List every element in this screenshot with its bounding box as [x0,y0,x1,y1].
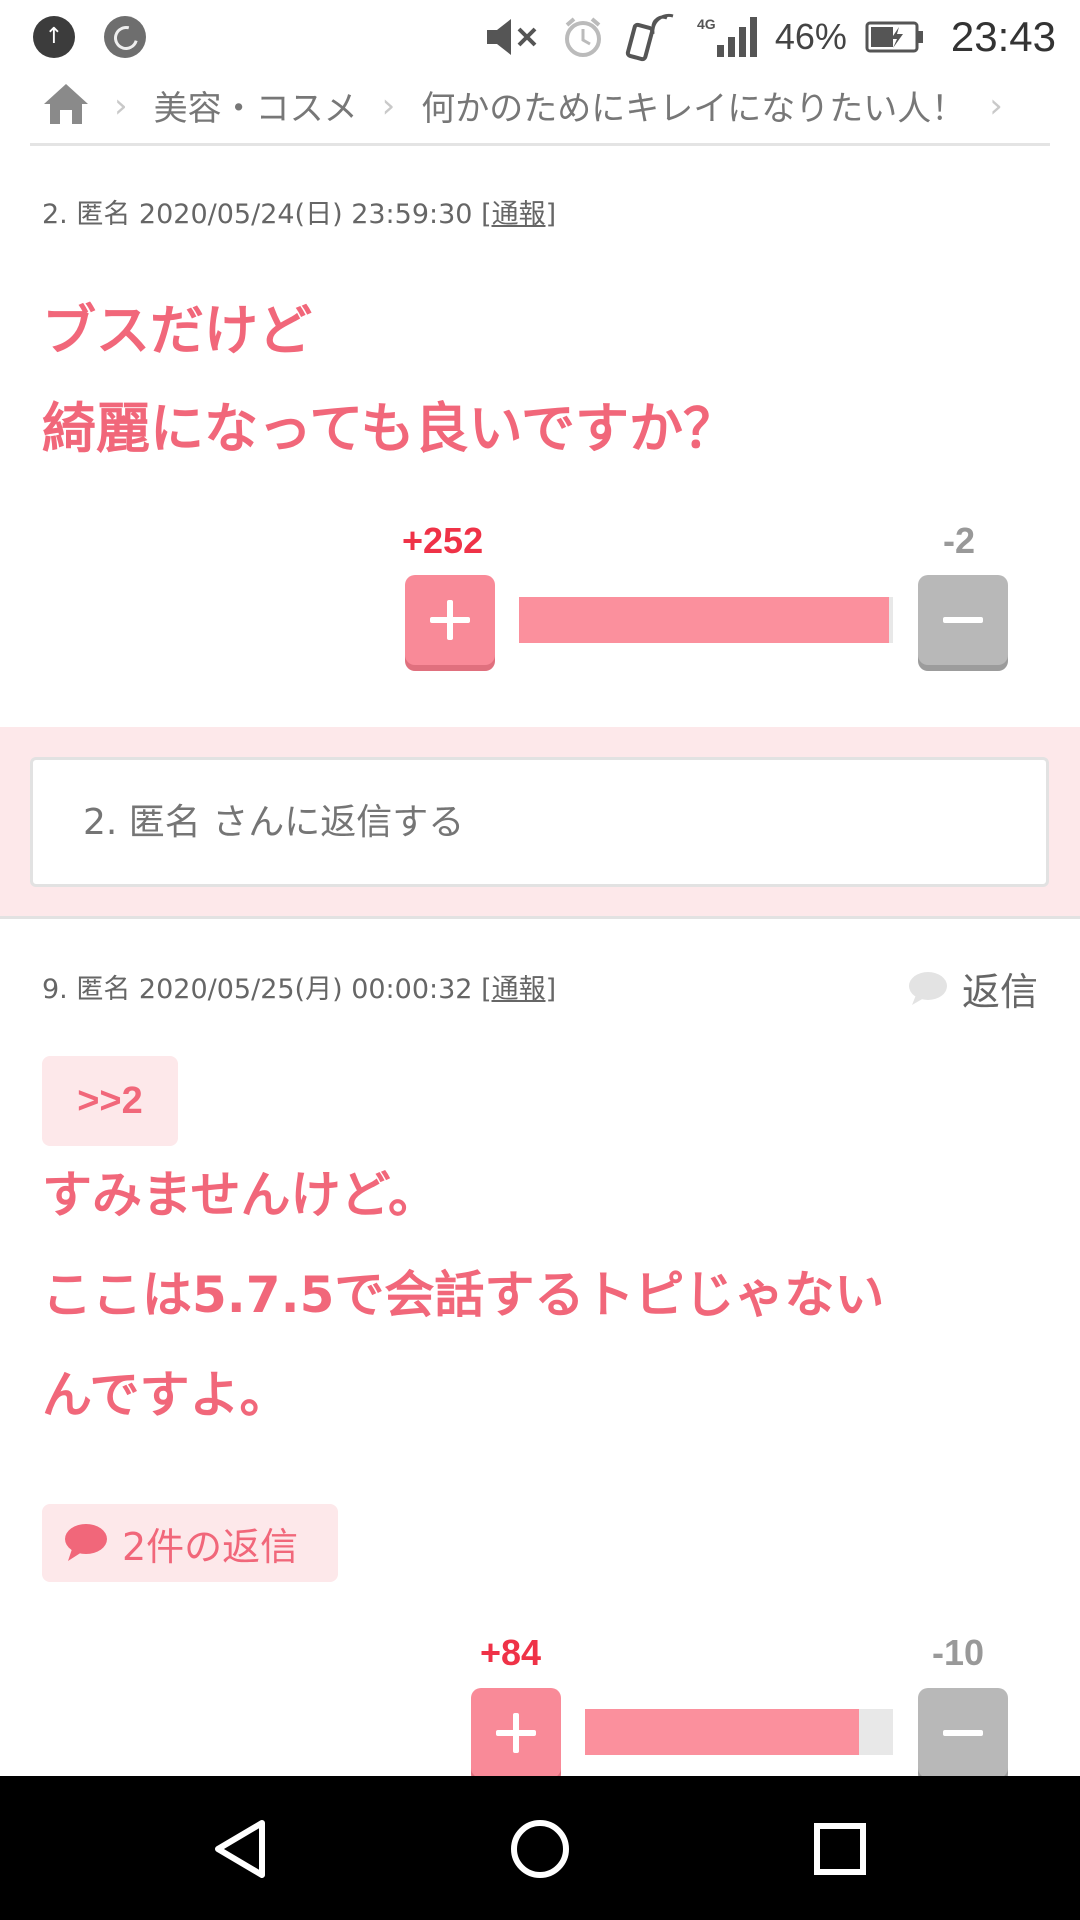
recents-icon[interactable] [805,1814,875,1884]
breadcrumb: › 美容・コスメ › 何かのためにキレイになりたい人！ › [30,68,1050,146]
plus-count: +252 [402,520,484,561]
minus-count: -2 [943,520,976,561]
replies-button[interactable]: 2件の返信 [42,1504,338,1582]
comment-body: すみませんけど。 ここは5.7.5で会話するトピじゃない んですよ。 [42,1166,885,1424]
comment-body: ブスだけど 綺麗になっても良いですか？ [42,299,737,460]
report-link[interactable]: [通報] [481,199,556,230]
reply-input[interactable] [30,757,1049,887]
vote-ratio-fill [519,597,890,643]
home-icon[interactable] [42,82,90,130]
back-icon[interactable] [205,1814,275,1884]
minus-button[interactable] [918,1688,1008,1778]
home-circle-icon[interactable] [505,1814,575,1884]
signal-icon: 4G [697,15,757,59]
reply-area [0,727,1080,919]
breadcrumb-topic[interactable]: 何かのためにキレイになりたい人！ [421,81,965,130]
status-bar: ↑ 4G 46% 23:43 [0,0,1080,72]
plus-button[interactable] [471,1688,561,1778]
comment-meta: 9. 匿名 2020/05/25(月) 00:00:32 [通報] [42,974,557,1005]
plus-button[interactable] [405,575,495,665]
report-link[interactable]: [通報] [481,974,556,1005]
breadcrumb-category[interactable]: 美容・コスメ [154,81,358,130]
battery-icon [865,19,925,55]
vote-ratio-fill [585,1709,860,1755]
navigation-bar [0,1776,1080,1920]
comment-meta: 2. 匿名 2020/05/24(日) 23:59:30 [通報] [42,199,557,230]
vote-ratio-bar [585,1709,893,1755]
speech-bubble-icon [908,971,947,1005]
wifi-calling-icon [623,12,679,62]
mute-icon [483,15,543,59]
clock: 23:43 [950,13,1056,60]
chevron-right-icon: › [989,85,1003,126]
upload-icon: ↑ [33,16,75,58]
chevron-right-icon: › [114,85,128,126]
alarm-icon [561,15,605,59]
svg-text:4G: 4G [697,16,716,32]
reply-button[interactable]: 返信 [908,961,1038,1016]
vote-ratio-bar [519,597,893,643]
plus-count: +84 [480,1632,542,1673]
anchor-link[interactable]: >>2 [42,1056,178,1146]
app-icon [104,16,146,58]
minus-count: -10 [932,1632,985,1673]
speech-bubble-icon [65,1524,107,1561]
battery-percent: 46% [774,16,847,57]
minus-button[interactable] [918,575,1008,665]
chevron-right-icon: › [381,85,396,126]
